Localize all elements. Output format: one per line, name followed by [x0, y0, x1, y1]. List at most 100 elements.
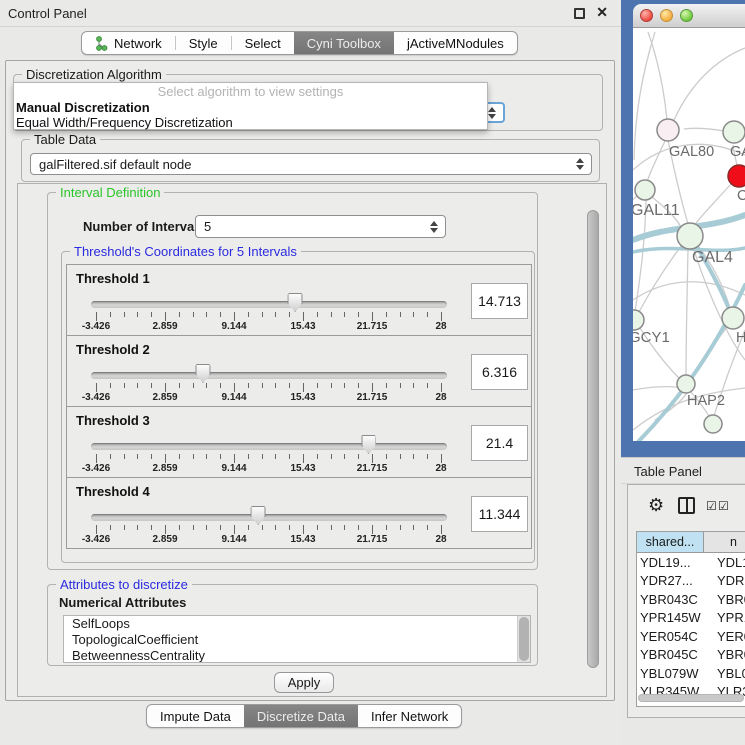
horizontal-scrollbar-thumb[interactable] — [638, 694, 744, 702]
zoom-traffic-light-icon[interactable] — [680, 9, 693, 22]
cell[interactable]: YBL079W — [637, 664, 704, 683]
threshold-3-slider-track[interactable] — [91, 443, 447, 450]
cell[interactable]: YDL1 — [704, 553, 745, 572]
cell[interactable]: YBR043C — [637, 590, 704, 609]
slider-tick-labels: -3.426 2.859 9.144 15.43 21.715 28 — [96, 463, 441, 475]
threshold-4-slider-track[interactable] — [91, 514, 447, 521]
dropdown-option-equal-width[interactable]: Equal Width/Frequency Discretization — [14, 115, 487, 130]
threshold-3-slider-handle[interactable] — [361, 435, 376, 454]
node-hap2[interactable] — [677, 375, 695, 393]
top-tab-bar: Network Style Select Cyni Toolbox jActiv… — [81, 31, 518, 55]
table-row[interactable]: YBL079WYBL0 — [637, 664, 745, 683]
threshold-4-slider-handle[interactable] — [251, 506, 266, 525]
numerical-attributes-list: SelfLoops TopologicalCoefficient Between… — [63, 615, 531, 663]
cell[interactable]: YBR0 — [704, 590, 745, 609]
threshold-4-row: Threshold 4 -3.426 2.859 9.144 15.43 21.… — [66, 477, 532, 549]
cell[interactable]: YDR2 — [704, 572, 745, 591]
node-gcy1[interactable] — [633, 310, 644, 330]
node-label-h: H — [736, 330, 745, 346]
dropdown-option-manual[interactable]: Manual Discretization — [14, 100, 487, 115]
threshold-3-value-field[interactable]: 21.4 — [471, 425, 528, 461]
cell[interactable]: YPR1 — [704, 609, 745, 628]
network-canvas[interactable]: GAL80 GA C GAL11 GAL4 GCY1 H HAP2 — [633, 28, 745, 441]
table-row[interactable]: YPR145WYPR1 — [637, 609, 745, 628]
tick-label: -3.426 — [82, 392, 110, 403]
cell[interactable]: YBR045C — [637, 646, 704, 665]
minimize-traffic-light-icon[interactable] — [660, 9, 673, 22]
threshold-3-row: Threshold 3 -3.426 2.859 9.144 15.43 21.… — [66, 406, 532, 478]
cell[interactable]: YBR0 — [704, 646, 745, 665]
tab-style[interactable]: Style — [176, 32, 231, 54]
network-nodes — [633, 119, 745, 433]
attributes-group-title: Attributes to discretize — [56, 577, 192, 592]
threshold-1-slider-track[interactable] — [91, 301, 447, 308]
node-gal11[interactable] — [635, 180, 655, 200]
table-row[interactable]: YER054CYER0 — [637, 627, 745, 646]
gear-icon[interactable]: ⚙ — [648, 496, 664, 514]
tab-impute-data[interactable]: Impute Data — [147, 705, 244, 727]
discretization-algorithm-group-title: Discretization Algorithm — [22, 67, 166, 82]
select-checkbox-icon[interactable]: ☑ — [718, 499, 729, 513]
node-bottom[interactable] — [704, 415, 722, 433]
tab-select[interactable]: Select — [232, 32, 294, 54]
split-columns-icon[interactable] — [678, 497, 695, 514]
network-graph: GAL80 GA C GAL11 GAL4 GCY1 H HAP2 — [633, 28, 745, 441]
node-gal4[interactable] — [677, 223, 703, 249]
list-item-topologicalcoefficient[interactable]: TopologicalCoefficient — [64, 632, 530, 648]
threshold-2-value-field[interactable]: 6.316 — [471, 354, 528, 390]
list-scrollbar[interactable] — [517, 616, 530, 662]
table-row[interactable]: YBR045CYBR0 — [637, 646, 745, 665]
select-checkbox-icon[interactable]: ☑ — [706, 499, 717, 513]
tab-cyni-toolbox-label: Cyni Toolbox — [307, 36, 381, 51]
column-header-name[interactable]: n — [704, 532, 745, 552]
close-traffic-light-icon[interactable] — [640, 9, 653, 22]
tab-infer-network-label: Infer Network — [371, 709, 448, 724]
cell[interactable]: YPR145W — [637, 609, 704, 628]
table-row[interactable]: YDL19...YDL1 — [637, 553, 745, 572]
cell[interactable]: YDR27... — [637, 572, 704, 591]
threshold-1-row: Threshold 1 -3.426 2.859 9.144 15.43 21.… — [66, 264, 532, 336]
number-of-intervals-label: Number of Intervals — [83, 219, 205, 234]
tick-label: -3.426 — [82, 321, 110, 332]
table-data-combobox[interactable]: galFiltered.sif default node — [30, 153, 592, 175]
cell[interactable]: YBL0 — [704, 664, 745, 683]
cell[interactable]: YDL19... — [637, 553, 704, 572]
list-item-betweennesscentrality[interactable]: BetweennessCentrality — [64, 648, 530, 663]
table-row[interactable]: YDR27...YDR2 — [637, 572, 745, 591]
tick-label: 21.715 — [357, 463, 388, 474]
threshold-2-slider-handle[interactable] — [195, 364, 210, 383]
vertical-scrollbar-thumb[interactable] — [587, 210, 599, 668]
column-header-shared[interactable]: shared... — [637, 532, 704, 552]
node-h[interactable] — [722, 307, 744, 329]
number-of-intervals-combobox[interactable]: 5 — [195, 215, 446, 238]
threshold-4-value-field[interactable]: 11.344 — [471, 496, 528, 532]
threshold-1-value-field[interactable]: 14.713 — [471, 283, 528, 319]
tab-network[interactable]: Network — [82, 32, 175, 54]
node-gal80[interactable] — [657, 119, 679, 141]
tick-label: -3.426 — [82, 463, 110, 474]
cell[interactable]: YER0 — [704, 627, 745, 646]
apply-button[interactable]: Apply — [274, 672, 334, 693]
control-panel-titlebar: Control Panel ✕ — [0, 0, 621, 27]
number-of-intervals-value: 5 — [204, 219, 211, 234]
tick-label: 28 — [435, 534, 446, 545]
tick-label: 9.144 — [221, 534, 246, 545]
tab-select-label: Select — [245, 36, 281, 51]
threshold-1-slider-handle[interactable] — [288, 293, 303, 312]
float-window-icon[interactable] — [574, 8, 585, 19]
tab-infer-network[interactable]: Infer Network — [358, 705, 461, 727]
settings-scroll-area: Interval Definition Number of Intervals … — [17, 183, 607, 697]
table-row[interactable]: YBR043CYBR0 — [637, 590, 745, 609]
node-red-selected[interactable] — [728, 165, 745, 187]
cell[interactable]: YER054C — [637, 627, 704, 646]
close-icon[interactable]: ✕ — [596, 4, 608, 21]
algorithm-dropdown-popup: Select algorithm to view settings Manual… — [13, 82, 488, 130]
threshold-2-slider-track[interactable] — [91, 372, 447, 379]
network-window-titlebar[interactable] — [633, 4, 745, 28]
tick-label: 2.859 — [152, 534, 177, 545]
tab-discretize-data[interactable]: Discretize Data — [244, 705, 358, 727]
list-item-selfloops[interactable]: SelfLoops — [64, 616, 530, 632]
tab-cyni-toolbox[interactable]: Cyni Toolbox — [294, 32, 394, 54]
node-top-right[interactable] — [723, 121, 745, 143]
tab-jactivemnodules[interactable]: jActiveMNodules — [394, 32, 517, 54]
